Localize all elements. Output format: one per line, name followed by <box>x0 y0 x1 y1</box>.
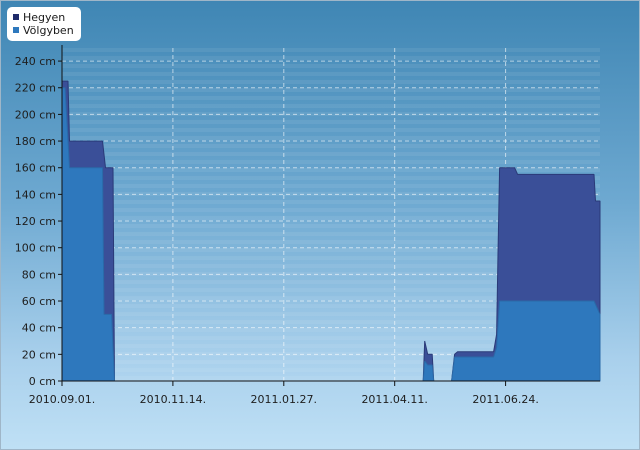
y-tick-label: 100 cm <box>15 242 56 255</box>
y-tick-label: 220 cm <box>15 82 56 95</box>
y-tick-label: 200 cm <box>15 108 56 121</box>
legend-swatch-volgyben <box>13 27 19 33</box>
legend-label-hegyen: Hegyen <box>23 11 66 24</box>
y-tick-label: 60 cm <box>22 295 56 308</box>
x-tick-label: 2011.06.24. <box>472 393 538 406</box>
y-tick-label: 80 cm <box>22 268 56 281</box>
x-axis-tick-labels: 2010.09.01. 2010.11.14. 2011.01.27. 2011.04… <box>29 393 539 406</box>
background-band <box>62 160 600 164</box>
background-band <box>62 48 600 52</box>
background-band <box>62 64 600 68</box>
y-tick-label: 240 cm <box>15 55 56 68</box>
y-tick-label: 0 cm <box>29 375 56 388</box>
x-tick-label: 2011.04.11. <box>361 393 427 406</box>
background-band <box>62 104 600 108</box>
legend: Hegyen Völgyben <box>7 7 81 41</box>
background-band <box>62 72 600 76</box>
background-band <box>62 136 600 140</box>
y-tick-label: 120 cm <box>15 215 56 228</box>
y-tick-label: 20 cm <box>22 348 56 361</box>
x-tick-label: 2010.11.14. <box>140 393 206 406</box>
chart-frame: 0 cm 20 cm 40 cm 60 cm 80 cm 100 cm 120 cm 140 … <box>0 0 640 450</box>
background-band <box>62 80 600 84</box>
x-tick-label: 2011.01.27. <box>251 393 317 406</box>
y-tick-label: 160 cm <box>15 162 56 175</box>
y-tick-label: 140 cm <box>15 188 56 201</box>
background-band <box>62 152 600 156</box>
y-tick-label: 40 cm <box>22 322 56 335</box>
background-band <box>62 128 600 132</box>
legend-item-volgyben: Völgyben <box>13 24 74 37</box>
legend-swatch-hegyen <box>13 14 19 20</box>
background-band <box>62 120 600 124</box>
background-band <box>62 96 600 100</box>
background-band <box>62 144 600 148</box>
y-axis-tick-labels: 0 cm 20 cm 40 cm 60 cm 80 cm 100 cm 120 cm 140 … <box>15 55 56 388</box>
background-band <box>62 56 600 60</box>
area-chart: 0 cm 20 cm 40 cm 60 cm 80 cm 100 cm 120 cm 140 … <box>15 45 601 406</box>
legend-item-hegyen: Hegyen <box>13 11 65 24</box>
background-band <box>62 88 600 92</box>
legend-label-volgyben: Völgyben <box>23 24 74 37</box>
y-tick-label: 180 cm <box>15 135 56 148</box>
background-band <box>62 168 600 172</box>
x-tick-label: 2010.09.01. <box>29 393 95 406</box>
